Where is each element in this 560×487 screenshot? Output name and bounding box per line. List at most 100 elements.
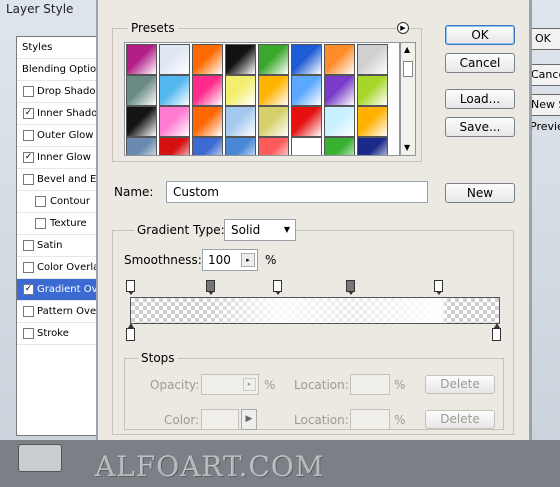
style-checkbox[interactable] [35,218,46,229]
preset-swatch[interactable] [225,137,256,155]
color-location-field[interactable] [350,409,390,430]
opacity-stop[interactable] [126,280,135,295]
color-location-unit: % [394,413,406,427]
color-stop[interactable] [126,323,135,341]
opacity-slider-icon[interactable]: ▸ [243,378,256,391]
style-item[interactable]: ✓Gradient Overlay [17,279,99,301]
preset-swatch[interactable] [192,106,223,137]
preset-swatch[interactable] [159,106,190,137]
style-checkbox[interactable] [23,174,34,185]
gradient-type-select[interactable]: Solid ▼ [224,219,296,241]
delete-color-stop-button[interactable]: Delete [425,410,495,429]
style-item[interactable]: ✓ Inner Glow [17,147,99,169]
style-checkbox[interactable]: ✓ [23,284,34,295]
style-checkbox[interactable] [23,328,34,339]
preset-swatch[interactable] [192,75,223,106]
opacity-stop-selected[interactable] [206,280,215,295]
style-item[interactable]: Blending Options [17,59,99,81]
scroll-down-icon[interactable]: ▼ [404,143,410,152]
preset-swatch[interactable] [357,75,388,106]
color-swatch[interactable] [201,409,239,430]
preset-swatch[interactable] [291,75,322,106]
preset-swatch[interactable] [258,106,289,137]
preset-swatch[interactable] [258,44,289,75]
color-picker-arrow-icon[interactable]: ▶ [241,409,257,430]
smoothness-unit: % [265,253,277,267]
layers-icon[interactable] [18,444,62,472]
style-item-label: Satin [37,240,63,251]
style-checkbox[interactable] [23,306,34,317]
save-button[interactable]: Save... [445,117,515,137]
presets-menu-icon[interactable]: ▶ [397,22,409,34]
style-checkbox[interactable] [23,86,34,97]
style-checkbox[interactable] [23,130,34,141]
preset-swatch[interactable] [225,75,256,106]
style-item[interactable]: ✓ Inner Shadow [17,103,99,125]
smoothness-slider-icon[interactable]: ▸ [241,253,255,267]
load-button[interactable]: Load... [445,89,515,109]
gradient-preview-bar[interactable] [130,297,500,324]
preset-swatch[interactable] [291,106,322,137]
preset-swatch[interactable] [291,137,322,155]
color-stop[interactable] [492,323,501,341]
styles-header[interactable]: Styles [17,37,99,59]
preset-swatch[interactable] [126,106,157,137]
preset-swatch[interactable] [291,44,322,75]
ok-button[interactable]: OK [445,25,515,45]
preset-swatch[interactable] [126,75,157,106]
preset-swatch[interactable] [225,44,256,75]
opacity-location-field[interactable] [350,374,390,395]
opacity-location-unit: % [394,378,406,392]
opacity-label: Opacity: [150,378,200,392]
cancel-button[interactable]: Cancel [445,53,515,73]
style-item-label: Gradient Overlay [37,284,99,295]
preset-swatch[interactable] [258,75,289,106]
style-item-label: Stroke [37,328,69,339]
preset-swatch[interactable] [192,137,223,155]
style-checkbox[interactable] [23,262,34,273]
style-checkbox[interactable]: ✓ [23,152,34,163]
style-item-label: Color Overlay [37,262,99,273]
name-field[interactable]: Custom [166,181,428,203]
scroll-up-icon[interactable]: ▲ [404,45,410,54]
preset-swatch[interactable] [258,137,289,155]
preset-swatch[interactable] [225,106,256,137]
opacity-stop[interactable] [273,280,282,295]
preset-swatch[interactable] [192,44,223,75]
style-checkbox[interactable] [35,196,46,207]
preset-swatch[interactable] [324,106,355,137]
preset-swatch[interactable] [324,137,355,155]
scroll-thumb[interactable] [403,61,413,77]
preset-swatch[interactable] [159,137,190,155]
preset-swatch[interactable] [324,75,355,106]
preset-swatch[interactable] [126,137,157,155]
style-item[interactable]: Satin [17,235,99,257]
smoothness-field[interactable]: 100 ▸ [202,249,258,271]
style-item[interactable]: Stroke [17,323,99,345]
preset-swatch[interactable] [324,44,355,75]
preset-swatch[interactable] [159,44,190,75]
style-item[interactable]: Contour [17,191,99,213]
preset-swatch[interactable] [126,44,157,75]
preset-swatch[interactable] [357,106,388,137]
delete-opacity-stop-button[interactable]: Delete [425,375,495,394]
style-item[interactable]: Drop Shadow [17,81,99,103]
preset-swatch[interactable] [159,75,190,106]
style-item[interactable]: Texture [17,213,99,235]
opacity-stop[interactable] [434,280,443,295]
style-item[interactable]: Pattern Overlay [17,301,99,323]
preset-swatch[interactable] [357,44,388,75]
style-checkbox[interactable]: ✓ [23,108,34,119]
style-item-label: Inner Glow [37,152,91,163]
presets-scrollbar[interactable]: ▲ ▼ [400,42,416,156]
bg-ok-button[interactable]: OK [528,28,560,50]
opacity-field[interactable]: ▸ [201,374,259,395]
new-button[interactable]: New [445,183,515,203]
style-item[interactable]: Outer Glow [17,125,99,147]
style-item[interactable]: Color Overlay [17,257,99,279]
style-checkbox[interactable] [23,240,34,251]
preset-swatch[interactable] [357,137,388,155]
style-item[interactable]: Bevel and Emboss [17,169,99,191]
style-item-label: Blending Options [22,64,99,75]
opacity-stop[interactable] [346,280,355,295]
